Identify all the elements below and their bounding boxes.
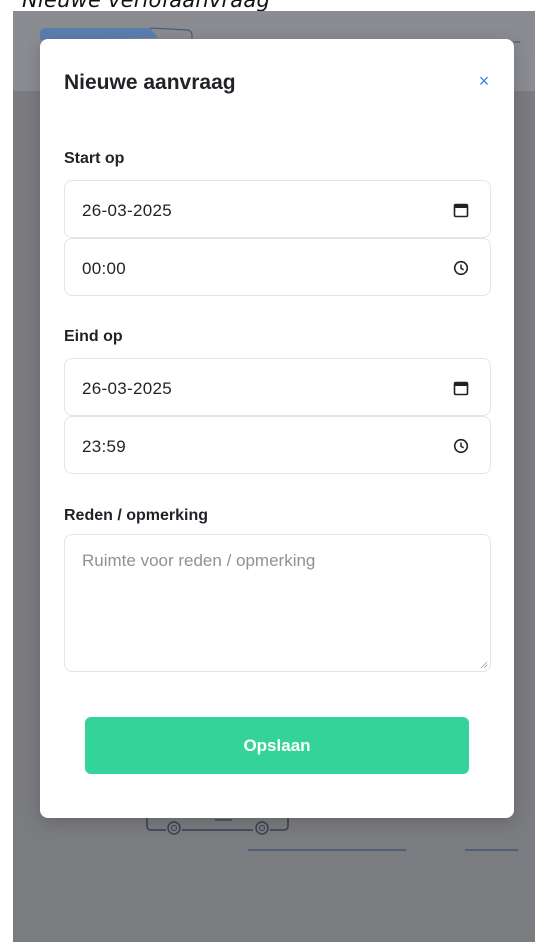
- end-date-value: 26-03-2025: [82, 379, 172, 398]
- reason-label: Reden / opmerking: [64, 507, 209, 524]
- save-button[interactable]: Opslaan: [85, 717, 469, 774]
- start-date-value: 26-03-2025: [82, 201, 172, 220]
- reason-textarea[interactable]: Ruimte voor reden / opmerking: [64, 534, 491, 672]
- resize-grip-icon[interactable]: [480, 661, 488, 669]
- clock-icon[interactable]: [452, 437, 470, 455]
- start-time-value: 00:00: [82, 259, 127, 278]
- clock-icon[interactable]: [452, 259, 470, 277]
- end-time-input[interactable]: 23:59: [64, 416, 491, 474]
- calendar-icon[interactable]: [452, 379, 470, 397]
- new-request-modal: Nieuwe aanvraag × Start op 26-03-2025 00…: [40, 39, 514, 818]
- start-label: Start op: [64, 150, 125, 167]
- end-label: Eind op: [64, 328, 123, 345]
- calendar-icon[interactable]: [452, 201, 470, 219]
- end-date-input[interactable]: 26-03-2025: [64, 358, 491, 416]
- end-time-value: 23:59: [82, 437, 127, 456]
- start-date-input[interactable]: 26-03-2025: [64, 180, 491, 238]
- modal-title: Nieuwe aanvraag: [64, 71, 236, 94]
- start-time-input[interactable]: 00:00: [64, 238, 491, 296]
- reason-placeholder: Ruimte voor reden / opmerking: [82, 551, 316, 570]
- close-icon[interactable]: ×: [474, 71, 494, 91]
